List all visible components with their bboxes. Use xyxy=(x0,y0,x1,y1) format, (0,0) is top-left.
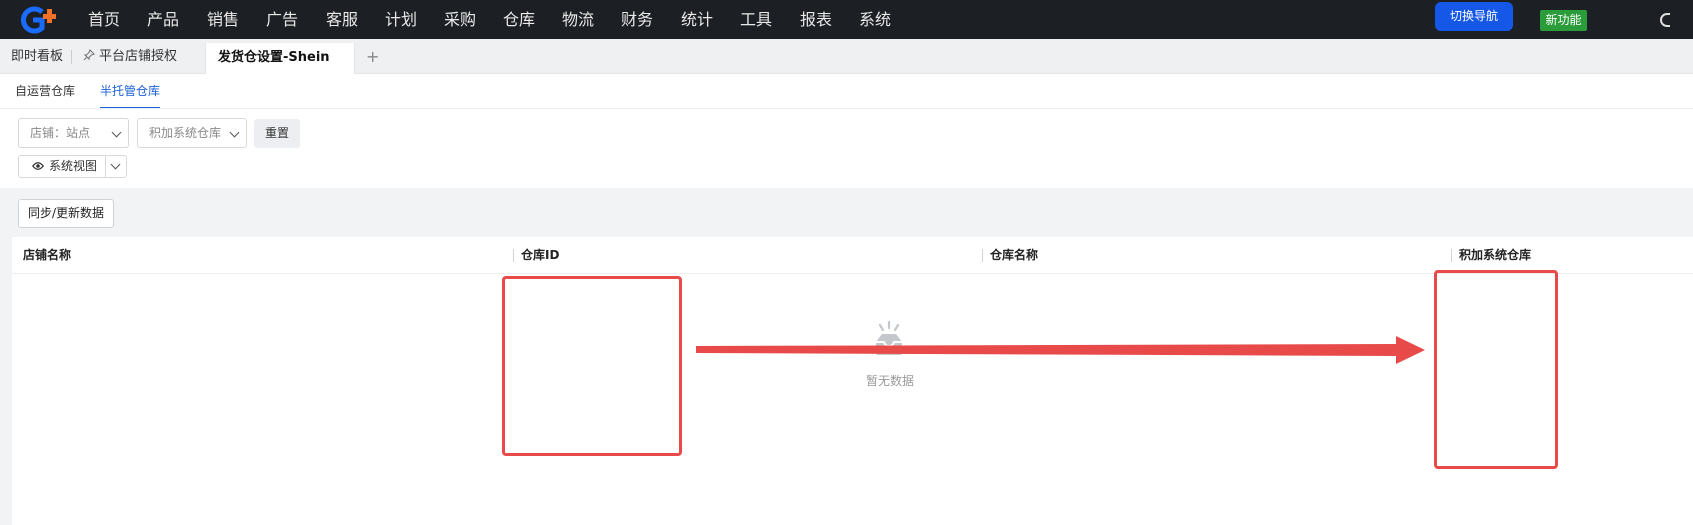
highlight-box-warehouse-id xyxy=(502,276,682,456)
switch-nav-button[interactable]: 切换导航 xyxy=(1435,2,1513,31)
nav-item-3[interactable]: 销售 xyxy=(207,0,239,39)
nav-item-6[interactable]: 计划 xyxy=(385,0,417,39)
filter-panel: 自运营仓库 半托管仓库 店铺：站点 积加系统仓库 重置 系统视图 xyxy=(0,74,1693,188)
column-header-store-name[interactable]: 店铺名称 xyxy=(23,237,71,274)
nav-item-5[interactable]: 客服 xyxy=(326,0,358,39)
view-select-divider xyxy=(105,156,106,177)
store-site-placeholder: 店铺：站点 xyxy=(30,126,91,140)
page-tabs-bar: 即时看板 平台店铺授权 发货仓设置-Shein + xyxy=(0,39,1693,75)
nav-item-9[interactable]: 物流 xyxy=(562,0,594,39)
subtab-semi-managed-warehouse[interactable]: 半托管仓库 xyxy=(100,74,161,109)
tab-instant-dashboard[interactable]: 即时看板 xyxy=(11,39,63,74)
column-divider[interactable] xyxy=(513,249,514,262)
pin-icon xyxy=(83,49,95,61)
tab-divider xyxy=(71,50,72,64)
table-header: 店铺名称 仓库ID 仓库名称 积加系统仓库 xyxy=(12,237,1693,274)
column-header-system-warehouse[interactable]: 积加系统仓库 xyxy=(1459,237,1531,274)
nav-item-11[interactable]: 统计 xyxy=(681,0,713,39)
nav-item-2[interactable]: 产品 xyxy=(147,0,179,39)
column-divider[interactable] xyxy=(982,249,983,262)
logo-icon[interactable] xyxy=(16,6,62,34)
nav-item-12[interactable]: 工具 xyxy=(740,0,772,39)
column-divider[interactable] xyxy=(1451,249,1452,262)
top-navbar: 首页 产品 销售 广告 客服 计划 采购 仓库 物流 财务 统计 工具 报表 系统 切换导航 新功能 xyxy=(0,0,1693,39)
chevron-down-icon[interactable] xyxy=(110,159,121,170)
empty-box-icon xyxy=(876,320,902,355)
nav-item-13[interactable]: 报表 xyxy=(800,0,832,39)
nav-item-1[interactable]: 首页 xyxy=(88,0,120,39)
new-feature-badge[interactable]: 新功能 xyxy=(1540,10,1587,31)
highlight-box-system-warehouse xyxy=(1434,270,1558,469)
eye-icon xyxy=(32,162,44,170)
system-view-select[interactable]: 系统视图 xyxy=(18,155,127,178)
reset-button[interactable]: 重置 xyxy=(254,119,300,148)
sync-update-data-button[interactable]: 同步/更新数据 xyxy=(18,199,114,228)
chevron-down-icon xyxy=(229,127,240,138)
system-warehouse-select[interactable]: 积加系统仓库 xyxy=(137,118,247,148)
tab-label: 平台店铺授权 xyxy=(99,49,178,64)
store-site-select[interactable]: 店铺：站点 xyxy=(18,118,129,148)
column-header-warehouse-name[interactable]: 仓库名称 xyxy=(990,237,1038,274)
nav-item-8[interactable]: 仓库 xyxy=(503,0,535,39)
user-avatar-icon[interactable] xyxy=(1660,13,1670,27)
column-header-warehouse-id[interactable]: 仓库ID xyxy=(521,237,559,274)
nav-item-14[interactable]: 系统 xyxy=(859,0,891,39)
empty-state-text: 暂无数据 xyxy=(866,374,915,388)
nav-item-10[interactable]: 财务 xyxy=(621,0,653,39)
system-view-label: 系统视图 xyxy=(49,159,98,173)
nav-item-4[interactable]: 广告 xyxy=(266,0,298,39)
nav-item-7[interactable]: 采购 xyxy=(444,0,476,39)
system-warehouse-placeholder: 积加系统仓库 xyxy=(149,126,222,140)
tab-platform-store-auth[interactable]: 平台店铺授权 xyxy=(83,39,177,74)
chevron-down-icon xyxy=(111,127,122,138)
subtab-self-operated-warehouse[interactable]: 自运营仓库 xyxy=(15,74,75,109)
tab-shipping-warehouse-shein[interactable]: 发货仓设置-Shein xyxy=(205,43,355,75)
add-tab-button[interactable]: + xyxy=(366,39,379,74)
subtab-divider xyxy=(0,108,1693,109)
